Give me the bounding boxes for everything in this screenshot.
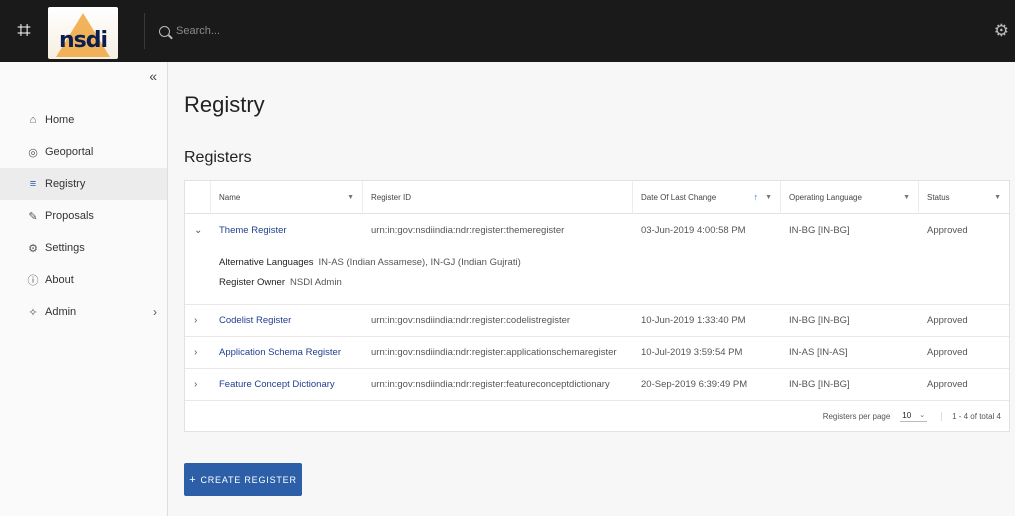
register-id: urn:in:gov:nsdiindia:ndr:register:codeli… <box>371 315 571 326</box>
sidebar-item-registry[interactable]: ≡ Registry <box>0 168 167 200</box>
filter-icon[interactable]: ▼ <box>347 194 354 201</box>
registers-table: Name ▼ Register ID Date Of Last Change ↑… <box>184 180 1010 432</box>
plus-icon: + <box>189 473 197 486</box>
settings-gear-icon[interactable]: ⚙ <box>994 21 1009 41</box>
expand-column-header <box>185 180 211 214</box>
row-details: Alternative Languages IN-AS (Indian Assa… <box>185 246 1009 305</box>
status: Approved <box>927 347 968 358</box>
column-header-register-id[interactable]: Register ID <box>363 180 633 214</box>
chevron-down-icon: ⌄ <box>919 412 926 419</box>
top-bar: ⌗ nsdi ⚙ <box>0 0 1015 62</box>
column-header-language[interactable]: Operating Language ▼ <box>781 180 919 214</box>
operating-language: IN-BG [IN-BG] <box>789 224 850 236</box>
chevron-right-icon[interactable]: › <box>185 347 211 358</box>
sidebar-item-geoportal[interactable]: ◎ Geoportal <box>0 136 167 168</box>
sidebar-item-label: Settings <box>45 242 85 254</box>
table-header: Name ▼ Register ID Date Of Last Change ↑… <box>185 180 1009 214</box>
sidebar: « ⌂ Home ◎ Geoportal ≡ Registry ✎ Propos… <box>0 62 168 516</box>
sidebar-item-settings[interactable]: ⚙ Settings <box>0 232 167 264</box>
table-row[interactable]: › Application Schema Register urn:in:gov… <box>185 337 1009 369</box>
collapse-sidebar-icon[interactable]: « <box>149 68 157 84</box>
per-page-select[interactable]: 10 ⌄ <box>900 410 928 422</box>
globe-icon: ◎ <box>28 146 38 159</box>
per-page-value: 10 <box>902 410 912 420</box>
sidebar-item-label: Home <box>45 114 75 126</box>
sidebar-nav: ⌂ Home ◎ Geoportal ≡ Registry ✎ Proposal… <box>0 104 167 328</box>
last-change-date: 03-Jun-2019 4:00:58 PM <box>641 224 746 236</box>
sidebar-item-label: Admin <box>45 306 77 318</box>
column-header-date[interactable]: Date Of Last Change ↑ ▼ <box>633 180 781 214</box>
pen-icon: ✎ <box>28 210 38 223</box>
filter-icon[interactable]: ▼ <box>994 194 1001 201</box>
chevron-right-icon[interactable]: › <box>185 315 211 326</box>
status: Approved <box>927 315 968 326</box>
search-bar[interactable] <box>144 13 994 49</box>
nsdi-logo[interactable]: nsdi <box>48 7 118 59</box>
register-name-link[interactable]: Codelist Register <box>211 315 363 326</box>
last-change-date: 20-Sep-2019 6:39:49 PM <box>641 379 748 390</box>
sort-ascending-icon[interactable]: ↑ <box>754 192 759 202</box>
last-change-date: 10-Jul-2019 3:59:54 PM <box>641 347 743 358</box>
home-icon: ⌂ <box>29 114 37 126</box>
sidebar-item-label: Proposals <box>45 210 94 222</box>
column-header-status[interactable]: Status ▼ <box>919 181 1009 214</box>
table-pagination: Registers per page 10 ⌄ 1 - 4 of total 4 <box>185 401 1009 431</box>
sidebar-item-home[interactable]: ⌂ Home <box>0 104 167 136</box>
wrench-icon: ✧ <box>28 306 38 319</box>
last-change-date: 10-Jun-2019 1:33:40 PM <box>641 315 746 326</box>
table-row[interactable]: ⌄ Theme Register urn:in:gov:nsdiindia:nd… <box>185 214 1009 246</box>
register-name-link[interactable]: Theme Register <box>211 225 363 236</box>
table-row[interactable]: › Feature Concept Dictionary urn:in:gov:… <box>185 369 1009 401</box>
info-icon: ⓘ <box>27 275 39 287</box>
chevron-right-icon: › <box>153 305 157 319</box>
chevron-down-icon[interactable]: ⌄ <box>185 225 211 236</box>
status: Approved <box>927 224 968 236</box>
register-id: urn:in:gov:nsdiindia:ndr:register:themer… <box>371 224 565 236</box>
per-page-label: Registers per page <box>822 411 891 421</box>
sidebar-item-proposals[interactable]: ✎ Proposals <box>0 200 167 232</box>
main-content: Registry Registers Name ▼ Register ID Da… <box>168 62 1015 516</box>
list-icon: ≡ <box>29 178 37 190</box>
page-title: Registry <box>184 92 265 117</box>
column-header-name[interactable]: Name ▼ <box>211 180 363 214</box>
gear-icon: ⚙ <box>28 242 38 255</box>
register-id: urn:in:gov:nsdiindia:ndr:register:applic… <box>371 347 617 358</box>
apps-grid-icon[interactable]: ⌗ <box>0 0 48 62</box>
register-name-link[interactable]: Application Schema Register <box>211 347 363 358</box>
register-name-link[interactable]: Feature Concept Dictionary <box>211 379 363 390</box>
sidebar-item-admin[interactable]: ✧ Admin › <box>0 296 167 328</box>
operating-language: IN-BG [IN-BG] <box>789 315 850 326</box>
table-row[interactable]: › Codelist Register urn:in:gov:nsdiindia… <box>185 305 1009 337</box>
filter-icon[interactable]: ▼ <box>765 194 772 201</box>
sidebar-item-label: About <box>45 274 74 286</box>
search-icon <box>159 25 170 37</box>
create-register-button[interactable]: + CREATE REGISTER <box>184 463 302 496</box>
logo-text: nsdi <box>58 28 108 53</box>
alternative-languages: Alternative Languages IN-AS (Indian Assa… <box>219 256 521 268</box>
status: Approved <box>927 379 968 390</box>
register-owner: Register Owner NSDI Admin <box>219 276 342 288</box>
sidebar-item-label: Geoportal <box>45 146 94 158</box>
pagination-range: 1 - 4 of total 4 <box>941 411 1001 421</box>
operating-language: IN-BG [IN-BG] <box>789 379 850 390</box>
sidebar-item-label: Registry <box>45 178 86 190</box>
create-register-label: CREATE REGISTER <box>200 474 297 485</box>
chevron-right-icon[interactable]: › <box>185 379 211 390</box>
filter-icon[interactable]: ▼ <box>903 194 910 201</box>
sidebar-item-about[interactable]: ⓘ About <box>0 264 167 296</box>
section-title: Registers <box>184 149 252 166</box>
register-id: urn:in:gov:nsdiindia:ndr:register:featur… <box>371 379 610 390</box>
search-input[interactable] <box>176 25 476 37</box>
operating-language: IN-AS [IN-AS] <box>789 347 848 358</box>
